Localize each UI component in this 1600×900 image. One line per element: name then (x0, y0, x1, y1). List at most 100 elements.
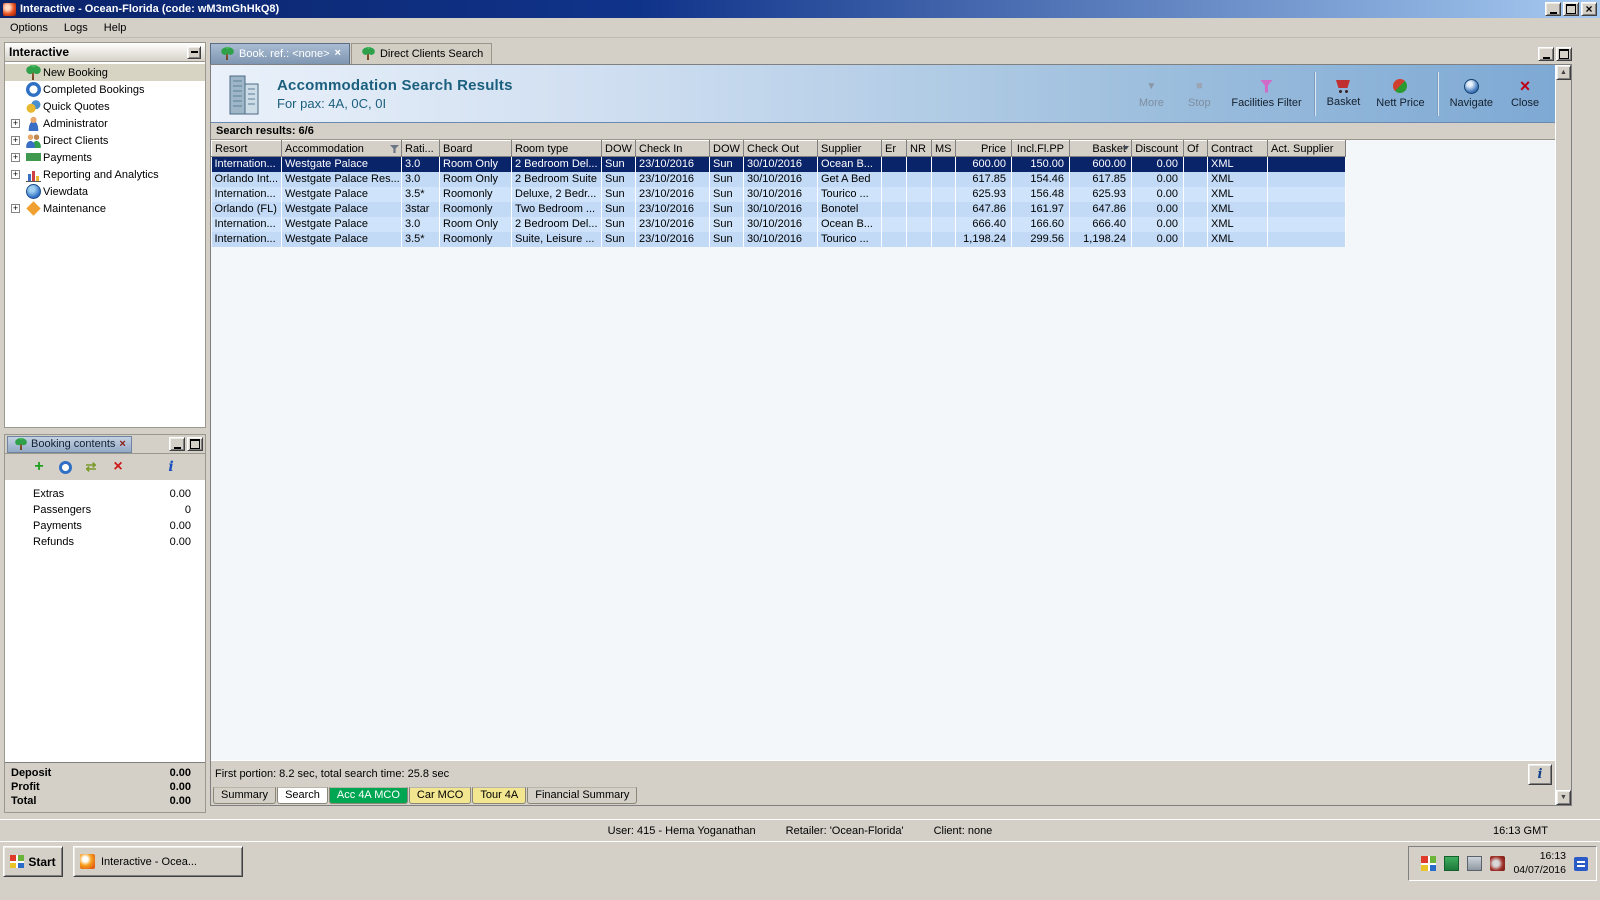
table-row[interactable]: Orlando Int... Westgate Palace Res... 3.0 R… (211, 171, 1346, 187)
table-cell: 0.00 (1131, 231, 1184, 247)
close-button[interactable] (1581, 2, 1597, 16)
nett-price-button[interactable]: Nett Price (1368, 70, 1432, 118)
column-header-of[interactable]: Of (1183, 140, 1208, 157)
column-header-check-in[interactable]: Check In (635, 140, 710, 157)
column-header-rati[interactable]: Rati... (401, 140, 440, 157)
sidebar-item-label: Administrator (43, 117, 108, 130)
tab-close-icon[interactable] (335, 48, 341, 59)
collapse-panel-button[interactable] (187, 45, 201, 59)
sidebar-item-direct-clients[interactable]: Direct Clients (5, 132, 205, 149)
facilities-filter-button[interactable]: Facilities Filter (1223, 70, 1309, 118)
expand-plus-icon[interactable] (11, 136, 20, 145)
panel-minimize-button[interactable] (169, 437, 185, 451)
input-language-icon[interactable] (1574, 856, 1588, 871)
filter-funnel-icon[interactable] (390, 145, 399, 153)
column-header-room-type[interactable]: Room type (511, 140, 602, 157)
maximize-button[interactable] (1563, 2, 1579, 16)
display-icon[interactable] (1467, 856, 1483, 871)
navigate-button[interactable]: Navigate (1442, 70, 1501, 118)
page-tab-car-mco[interactable]: Car MCO (408, 787, 472, 804)
table-row[interactable]: Internation... Westgate Palace 3.5* Roomonl… (211, 231, 1346, 247)
page-tab-tour-4a[interactable]: Tour 4A (472, 787, 527, 804)
sidebar-item-label: Reporting and Analytics (43, 168, 159, 181)
sidebar-item-viewdata[interactable]: Viewdata (5, 183, 205, 200)
page-tab-financial-summary[interactable]: Financial Summary (527, 787, 638, 804)
tab-book-ref[interactable]: Book. ref.: <none> (210, 43, 350, 64)
table-row[interactable]: Internation... Westgate Palace 3.0 Room Onl… (211, 216, 1346, 232)
sidebar-item-label: Direct Clients (43, 134, 109, 147)
booking-contents-tab[interactable]: Booking contents (7, 435, 132, 453)
stop-button[interactable]: Stop (1175, 70, 1223, 118)
scroll-up-icon[interactable] (1556, 65, 1571, 80)
vertical-scrollbar[interactable] (1555, 65, 1571, 805)
column-header-nr[interactable]: NR (906, 140, 932, 157)
column-header-discount[interactable]: Discount (1131, 140, 1184, 157)
table-row[interactable]: Orlando (FL) Westgate Palace 3star Roomonly… (211, 201, 1346, 217)
scroll-down-icon[interactable] (1556, 790, 1571, 805)
menu-options[interactable]: Options (2, 19, 56, 37)
minimize-button[interactable] (1545, 2, 1561, 16)
results-table-region: Resort Accommodation Rati... Board Room type… (211, 140, 1555, 760)
column-header-accommodation[interactable]: Accommodation (281, 140, 402, 157)
volume-icon[interactable] (1490, 856, 1506, 871)
column-header-board[interactable]: Board (439, 140, 512, 157)
sidebar-item-payments[interactable]: Payments (5, 149, 205, 166)
column-header-dow[interactable]: DOW (709, 140, 744, 157)
info-icon[interactable] (164, 460, 179, 475)
page-tab-search[interactable]: Search (277, 787, 328, 804)
sidebar-item-reporting-and-analytics[interactable]: Reporting and Analytics (5, 166, 205, 183)
delete-icon[interactable] (111, 460, 126, 475)
info-button[interactable] (1528, 764, 1552, 785)
mdi-minimize-button[interactable] (1538, 47, 1554, 61)
expand-plus-icon[interactable] (11, 204, 20, 213)
close-page-button[interactable]: Close (1501, 70, 1549, 118)
sort-icon[interactable] (1123, 146, 1129, 150)
palm-transfer-icon[interactable] (138, 460, 152, 474)
column-header-act-supplier[interactable]: Act. Supplier (1267, 140, 1346, 157)
column-header-resort[interactable]: Resort (211, 140, 282, 157)
title-bar: Interactive - Ocean-Florida (code: wM3mG… (0, 0, 1600, 18)
table-cell: 3.0 (401, 171, 440, 187)
column-header-er[interactable]: Er (881, 140, 907, 157)
sidebar-item-maintenance[interactable]: Maintenance (5, 200, 205, 217)
sidebar-item-completed-bookings[interactable]: Completed Bookings (5, 81, 205, 98)
column-header-dow[interactable]: DOW (601, 140, 636, 157)
expand-plus-icon[interactable] (11, 153, 20, 162)
expand-plus-icon[interactable] (11, 119, 20, 128)
menu-help[interactable]: Help (96, 19, 135, 37)
add-icon[interactable] (32, 460, 47, 475)
table-row[interactable]: Internation... Westgate Palace 3.0 Room Onl… (211, 156, 1346, 172)
tab-close-icon[interactable] (119, 439, 125, 450)
more-button[interactable]: More (1127, 70, 1175, 118)
sidebar-item-new-booking[interactable]: New Booking (5, 64, 205, 81)
mdi-restore-button[interactable] (1556, 47, 1572, 61)
message-icon[interactable] (1444, 856, 1460, 871)
sidebar-item-quick-quotes[interactable]: Quick Quotes (5, 98, 205, 115)
column-header-contract[interactable]: Contract (1207, 140, 1268, 157)
sidebar-item-administrator[interactable]: Administrator (5, 115, 205, 132)
table-cell: Room Only (439, 171, 512, 187)
transfer-icon[interactable] (84, 460, 99, 475)
column-header-price[interactable]: Price (955, 140, 1012, 157)
column-header-incl-fl-pp[interactable]: Incl.Fl.PP (1011, 140, 1070, 157)
tab-direct-clients-search[interactable]: Direct Clients Search (350, 43, 493, 64)
booking-rows: Extras 0.00 Passengers 0 Payments 0.00 Refunds… (5, 480, 205, 550)
start-button[interactable]: Start (3, 846, 63, 877)
column-header-check-out[interactable]: Check Out (743, 140, 818, 157)
button-label: Nett Price (1376, 96, 1425, 109)
column-header-basket[interactable]: Basket (1069, 140, 1132, 157)
column-header-supplier[interactable]: Supplier (817, 140, 882, 157)
menu-logs[interactable]: Logs (56, 19, 96, 37)
column-header-ms[interactable]: MS (931, 140, 956, 157)
table-cell: Room Only (439, 216, 512, 232)
windows-update-icon[interactable] (1421, 856, 1437, 871)
basket-button[interactable]: Basket (1319, 70, 1369, 118)
taskbar-app-button[interactable]: Interactive - Ocea... (73, 846, 243, 877)
expand-plus-icon[interactable] (11, 170, 20, 179)
admin-person-icon (26, 116, 41, 131)
panel-maximize-button[interactable] (187, 437, 203, 451)
page-tab-summary[interactable]: Summary (213, 787, 277, 804)
page-tab-acc-4a-mco[interactable]: Acc 4A MCO (328, 787, 408, 804)
table-row[interactable]: Internation... Westgate Palace 3.5* Roomonl… (211, 186, 1346, 202)
clock-icon[interactable] (58, 460, 72, 474)
